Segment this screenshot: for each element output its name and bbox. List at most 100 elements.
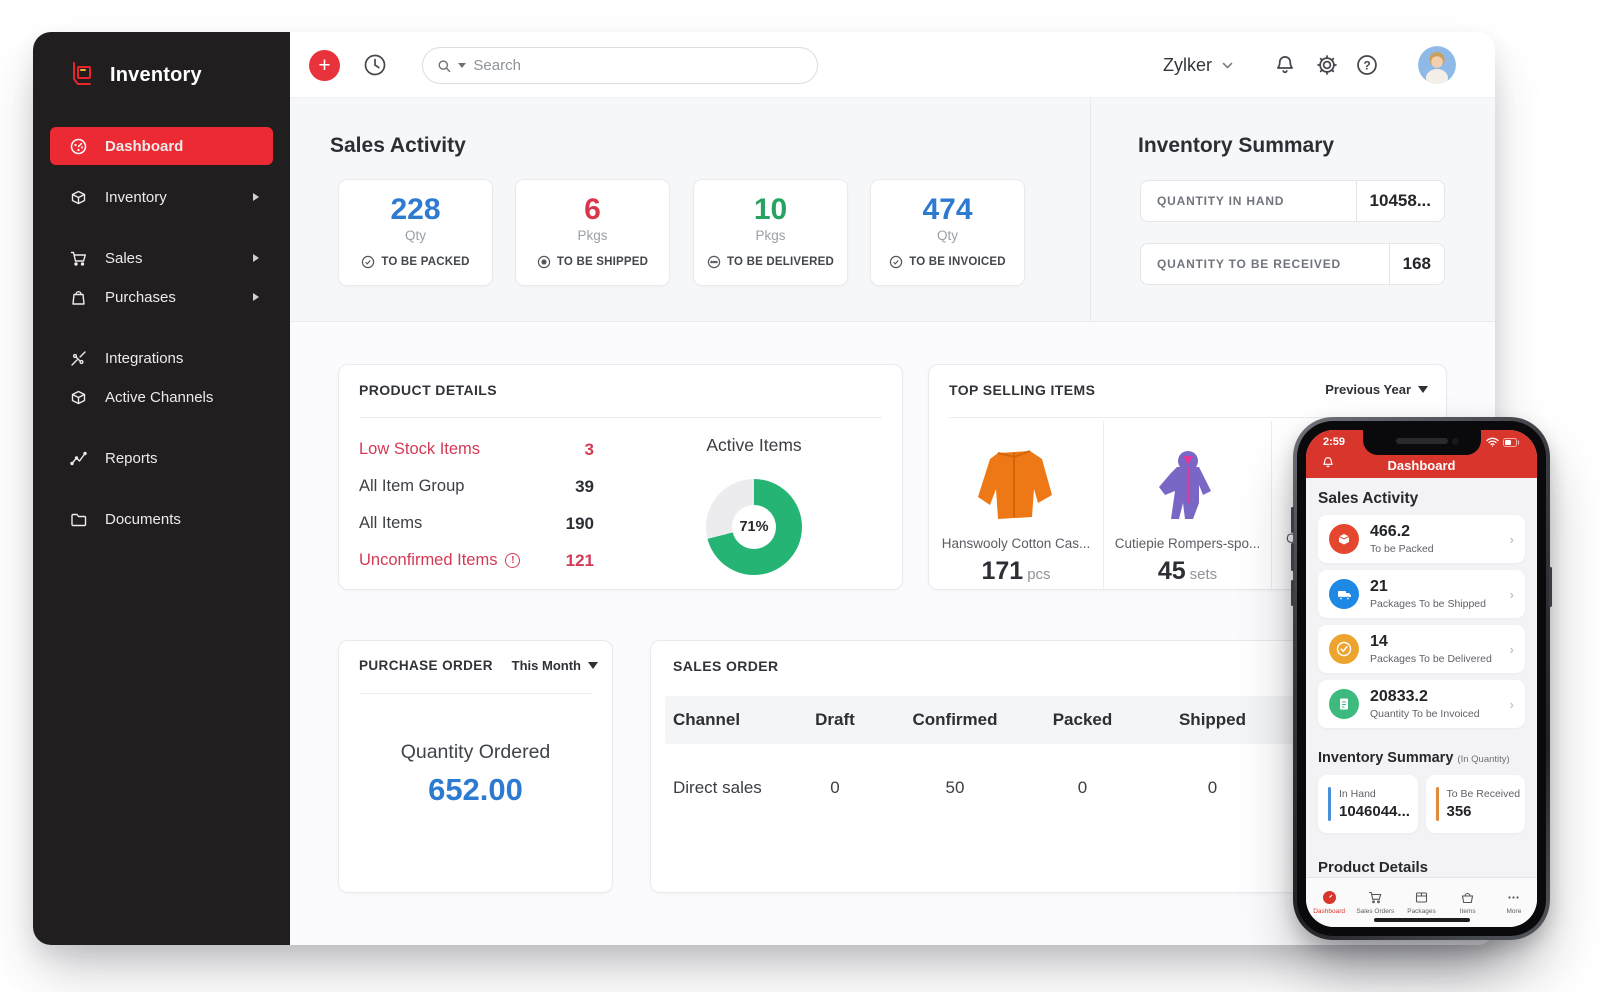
product-qty: 171 pcs [981,557,1051,585]
phone-body: Sales Activity 466.2 To be Packed › 21 Pac… [1306,478,1537,927]
phone-in-hand-card[interactable]: In Hand 1046044... [1318,775,1418,833]
chevron-down-icon [1222,62,1233,68]
to-be-delivered-card[interactable]: 10 Pkgs TO BE DELIVERED [693,179,848,286]
settings-gear-icon[interactable] [1315,53,1339,77]
search-scope-chevron-icon[interactable] [458,63,467,68]
sidebar-item-label: Documents [105,510,181,528]
app-title: Inventory [110,63,202,86]
phone-notch [1362,430,1481,455]
to-be-packed-value: 228 [390,193,441,226]
box-icon [71,190,86,204]
to-be-invoiced-card[interactable]: 474 Qty TO BE INVOICED [870,179,1025,286]
quantity-ordered-value: 652.00 [428,772,523,807]
search-icon [438,59,451,72]
sidebar-item-active-channels[interactable]: Active Channels [50,379,273,415]
phone-tab-dashboard[interactable]: Dashboard [1306,878,1352,927]
chevron-right-icon: › [1509,531,1514,547]
to-be-invoiced-value: 474 [922,193,973,226]
quantity-in-hand-row[interactable]: QUANTITY IN HAND 10458... [1140,180,1445,222]
sidebar-item-integrations[interactable]: Integrations [50,340,273,376]
to-be-shipped-card[interactable]: 6 Pkgs TO BE SHIPPED [515,179,670,286]
top-selling-item[interactable]: Cutiepie Rompers-spo... 45 sets [1103,421,1271,589]
sidebar-item-purchases[interactable]: Purchases [50,279,273,315]
product-details-card: PRODUCT DETAILS Low Stock Items 3 All Ite… [338,364,903,590]
sidebar-item-inventory[interactable]: Inventory [50,179,273,215]
sidebar-item-dashboard[interactable]: Dashboard [50,127,273,165]
svg-text:?: ? [1363,58,1370,72]
bell-icon[interactable] [1321,455,1335,470]
search-bar[interactable] [422,47,818,84]
recent-activity-icon[interactable] [361,51,389,84]
top-selling-item[interactable]: Hanswooly Cotton Cas... 171 pcs [929,421,1103,589]
to-be-packed-card[interactable]: 228 Qty TO BE PACKED [338,179,493,286]
bag-icon [72,290,85,305]
cell-draft: 0 [830,778,840,797]
phone-screen: 2:59 Dashboard Sales Activity 466.2 To b… [1306,430,1537,927]
purchase-order-range-select[interactable]: This Month [512,658,598,673]
sidebar-item-label: Sales [105,249,143,267]
phone-volume-button [1291,507,1294,533]
info-icon: ! [505,553,521,568]
phone-mockup: 2:59 Dashboard Sales Activity 466.2 To b… [1291,417,1552,940]
more-dots-icon [1508,896,1520,899]
phone-to-be-invoiced-card[interactable]: 20833.2 Quantity To be Invoiced › [1318,680,1525,728]
divider [359,693,592,694]
inventory-summary-title: Inventory Summary [1138,134,1335,157]
dots-circle-icon [707,255,721,269]
package-icon [1415,892,1428,903]
sidebar-item-label: Integrations [105,349,184,367]
unconfirmed-items-row[interactable]: Unconfirmed Items! 121 [359,542,594,579]
phone-to-be-packed-card[interactable]: 466.2 To be Packed › [1318,515,1525,563]
page: Inventory Dashboard Inventory Sales Purc… [0,0,1600,992]
quantity-to-be-received-row[interactable]: QUANTITY TO BE RECEIVED 168 [1140,243,1445,285]
column-shipped: Shipped [1178,710,1247,729]
help-icon[interactable]: ? [1355,53,1379,77]
chevron-right-icon: › [1509,586,1514,602]
unit-label: Pkgs [755,228,786,243]
battery-icon [1503,437,1520,447]
box-icon [1329,524,1359,554]
add-button[interactable]: + [309,50,340,81]
top-selling-range-select[interactable]: Previous Year [1325,382,1428,397]
cell-shipped: 0 [1207,778,1218,797]
integrations-icon [71,350,86,366]
donut-percent: 71% [739,519,769,535]
all-items-row[interactable]: All Items 190 [359,505,594,542]
org-name: Zylker [1163,54,1212,75]
user-avatar[interactable] [1418,46,1456,84]
top-selling-items-title: TOP SELLING ITEMS [949,382,1096,398]
phone-page-title: Dashboard [1387,457,1456,473]
active-items-donut: 71% [706,479,802,575]
unit-label: Qty [936,228,958,243]
target-circle-icon [537,255,551,269]
truck-icon [1329,579,1359,609]
sidebar-item-label: Purchases [105,288,176,306]
product-qty: 45 sets [1157,557,1218,585]
phone-home-indicator[interactable] [1373,918,1470,922]
product-details-title: PRODUCT DETAILS [359,382,497,398]
phone-to-be-received-card[interactable]: To Be Received 356 [1425,775,1525,833]
notifications-bell-icon[interactable] [1273,53,1297,77]
to-be-shipped-value: 6 [584,193,601,226]
search-input[interactable] [473,57,803,74]
phone-to-be-shipped-card[interactable]: 21 Packages To be Shipped › [1318,570,1525,618]
chevron-right-icon: › [1509,696,1514,712]
to-be-invoiced-label: TO BE INVOICED [871,255,1024,269]
org-switcher[interactable]: Zylker [1163,32,1234,98]
to-be-delivered-value: 10 [753,193,788,226]
to-be-shipped-label: TO BE SHIPPED [516,255,669,269]
phone-inventory-summary-title: Inventory Summary (In Quantity) [1318,750,1510,766]
unit-label: Qty [404,228,426,243]
section-divider [1090,98,1091,321]
sidebar-item-documents[interactable]: Documents [50,501,273,537]
sidebar-item-sales[interactable]: Sales [50,240,273,276]
all-item-group-row[interactable]: All Item Group 39 [359,468,594,505]
phone-tab-more[interactable]: More [1491,878,1537,927]
phone-to-be-delivered-card[interactable]: 14 Packages To be Delivered › [1318,625,1525,673]
inventory-logo-icon [73,62,91,85]
low-stock-items-row[interactable]: Low Stock Items 3 [359,431,594,468]
topbar: + Zylker ? [290,32,1495,98]
accent-bar [1435,787,1439,821]
document-icon [1329,689,1359,719]
sidebar-item-reports[interactable]: Reports [50,440,273,476]
